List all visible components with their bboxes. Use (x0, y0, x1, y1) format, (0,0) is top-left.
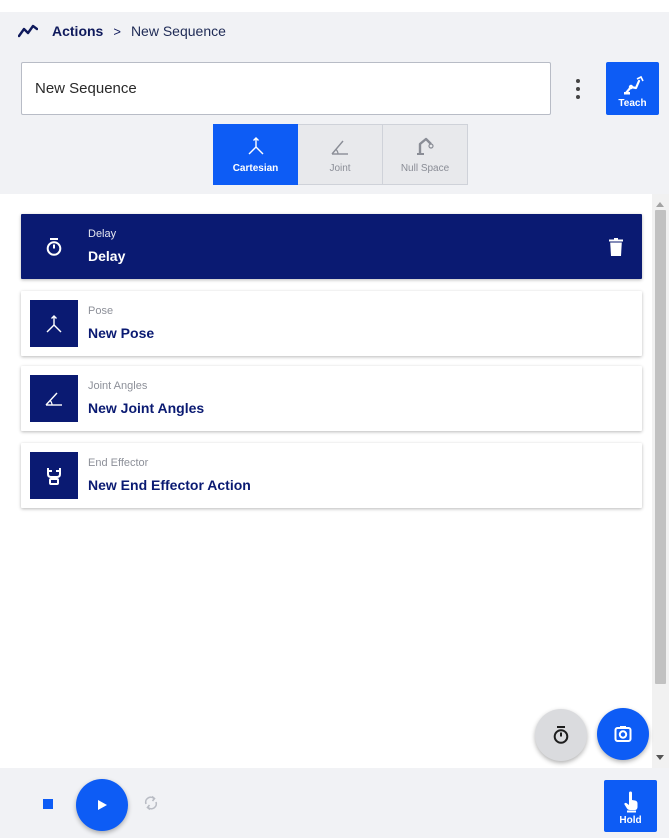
scroll-down-arrow-icon[interactable] (656, 755, 664, 760)
teach-button[interactable]: Teach (606, 62, 659, 115)
breadcrumb-separator: > (113, 23, 121, 39)
action-title: New End Effector Action (88, 477, 251, 493)
action-icon-box (30, 452, 78, 499)
mode-joint-button[interactable]: Joint (298, 124, 383, 185)
gripper-icon (47, 467, 61, 485)
hold-button[interactable]: Hold (604, 780, 657, 832)
action-icon-box (30, 300, 78, 347)
mode-label: Null Space (400, 163, 450, 174)
play-button[interactable] (76, 779, 128, 831)
mode-label: Cartesian (232, 163, 279, 174)
action-type-label: Joint Angles (88, 380, 148, 392)
joint-angle-icon (45, 392, 62, 406)
cartesian-axes-icon (46, 314, 62, 332)
mode-selector: Cartesian Joint Null Space (213, 124, 468, 185)
timer-icon (46, 237, 62, 256)
play-icon (98, 800, 107, 810)
loop-icon[interactable] (143, 795, 159, 811)
scrollbar[interactable] (652, 194, 669, 768)
sequence-header-panel: Teach Cartesian Joint (0, 50, 669, 194)
hand-pointer-icon (623, 791, 637, 813)
action-item-delay[interactable]: Delay Delay (21, 214, 642, 279)
stop-button[interactable] (43, 799, 53, 809)
mode-cartesian-button[interactable]: Cartesian (213, 124, 298, 185)
action-type-label: Pose (88, 305, 114, 317)
hold-label: Hold (619, 815, 642, 826)
capture-waypoint-button[interactable] (597, 708, 649, 760)
breadcrumb-current: New Sequence (130, 23, 226, 39)
action-item-end-effector[interactable]: End Effector New End Effector Action (21, 443, 642, 508)
joint-angle-icon (331, 140, 348, 155)
action-icon-box (30, 223, 78, 270)
sequence-editor: Actions > New Sequence Teach (0, 0, 669, 838)
robot-arm-icon (417, 137, 434, 155)
action-title: Delay (88, 248, 126, 264)
sequence-name-input[interactable] (21, 62, 551, 115)
action-title: New Pose (88, 325, 155, 341)
cartesian-axes-icon (248, 137, 263, 155)
delete-icon[interactable] (609, 238, 623, 256)
action-list[interactable]: Delay Delay Pose New Pose Joint Angles N… (0, 194, 669, 768)
breadcrumb: Actions > New Sequence (0, 12, 669, 50)
action-item-pose[interactable]: Pose New Pose (21, 291, 642, 356)
mode-null-space-button[interactable]: Null Space (383, 124, 468, 185)
action-title: New Joint Angles (88, 400, 205, 416)
more-options-icon[interactable] (572, 77, 584, 101)
action-type-label: End Effector (88, 457, 149, 469)
scrollbar-thumb[interactable] (655, 210, 666, 684)
scroll-up-arrow-icon[interactable] (656, 202, 664, 207)
action-icon-box (30, 375, 78, 422)
playback-bar: Hold (0, 768, 669, 838)
teach-label: Teach (618, 98, 647, 109)
camera-icon (614, 726, 632, 742)
trend-line-icon (18, 24, 38, 38)
robot-arm-icon (623, 75, 644, 95)
timer-icon (553, 726, 569, 744)
action-type-label: Delay (88, 228, 117, 240)
mode-label: Joint (329, 163, 351, 174)
action-item-joint-angles[interactable]: Joint Angles New Joint Angles (21, 366, 642, 431)
add-delay-button[interactable] (535, 709, 587, 761)
breadcrumb-actions-link[interactable]: Actions (52, 23, 103, 39)
